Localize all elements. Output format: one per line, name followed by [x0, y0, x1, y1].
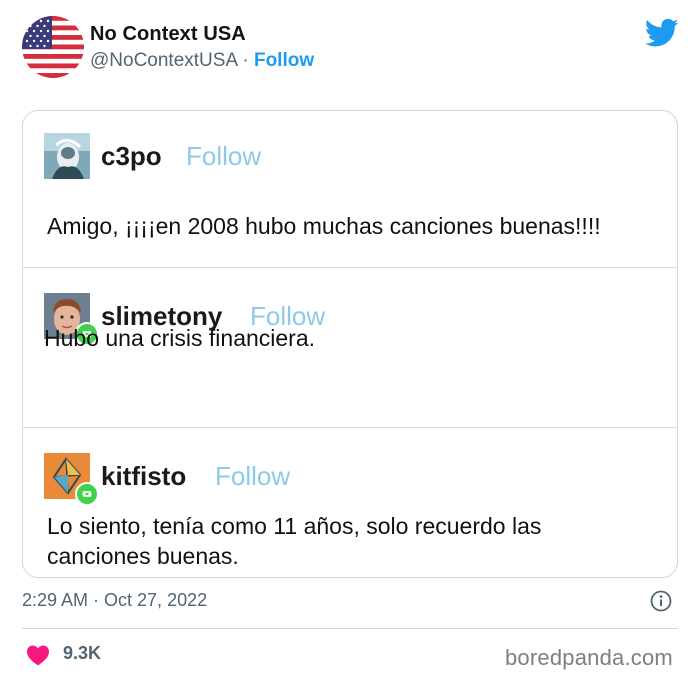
follow-button[interactable]: Follow — [254, 50, 314, 71]
post-text: Hubo una crisis financiera. — [44, 325, 316, 351]
post-text: Amigo, ¡¡¡¡en 2008 hubo muchas canciones… — [47, 213, 601, 239]
tweet-card: No Context USA @NoContextUSA · Follow c3… — [0, 0, 700, 680]
timestamp[interactable]: 2:29 AM · Oct 27, 2022 — [22, 590, 207, 611]
post-follow-button[interactable]: Follow — [186, 141, 261, 172]
watermark: boredpanda.com — [505, 645, 673, 670]
reblog-icon — [75, 482, 99, 506]
embedded-post: kitfisto Follow Lo siento, tenía como 11… — [23, 428, 677, 577]
post-text: Lo siento, tenía como 11 años, solo recu… — [47, 513, 542, 569]
info-icon[interactable] — [650, 590, 672, 612]
post-username[interactable]: kitfisto — [101, 461, 186, 492]
handle-line: @NoContextUSA · Follow — [90, 50, 314, 72]
us-flag-icon[interactable] — [22, 16, 84, 78]
heart-icon[interactable] — [26, 644, 50, 666]
embedded-post: slimetony Follow Hubo una crisis financi… — [23, 268, 677, 428]
divider — [22, 628, 678, 629]
display-name[interactable]: No Context USA — [90, 23, 246, 46]
post-username[interactable]: c3po — [101, 141, 162, 172]
c3po-avatar-icon — [44, 133, 90, 179]
kitfisto-avatar-icon — [44, 453, 99, 506]
embedded-screenshot: c3po Follow Amigo, ¡¡¡¡en 2008 hubo much… — [22, 110, 678, 578]
separator: · — [237, 50, 254, 71]
embedded-post: c3po Follow Amigo, ¡¡¡¡en 2008 hubo much… — [23, 111, 677, 268]
handle[interactable]: @NoContextUSA — [90, 50, 237, 71]
post-follow-button[interactable]: Follow — [215, 461, 290, 492]
twitter-bird-icon[interactable] — [645, 18, 679, 48]
like-count[interactable]: 9.3K — [63, 643, 101, 664]
